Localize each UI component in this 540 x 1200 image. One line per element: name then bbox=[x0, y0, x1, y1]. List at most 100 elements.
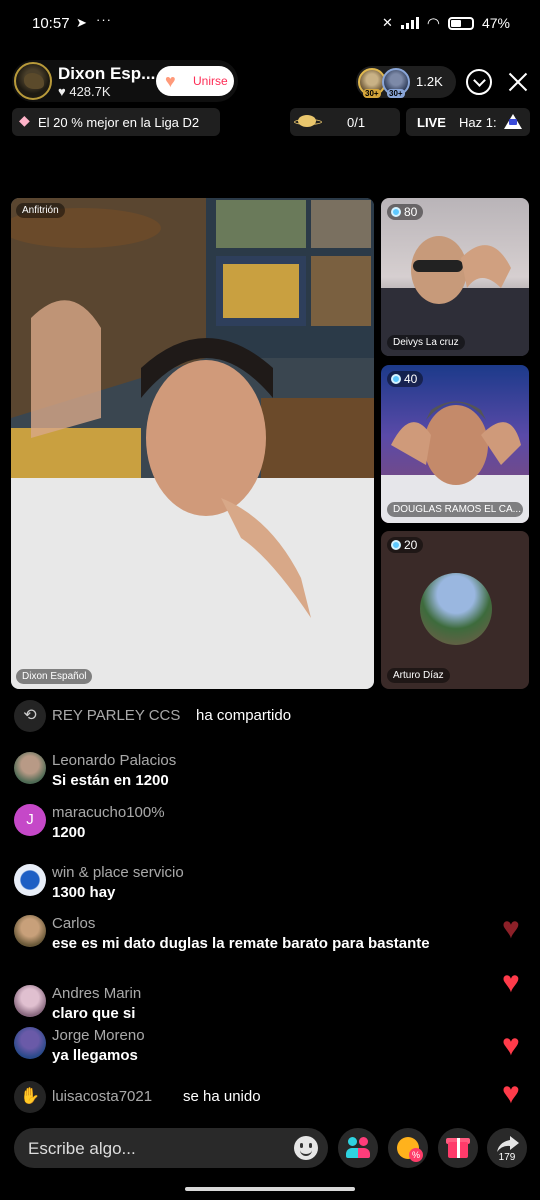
chat-text: ese es mi dato duglas la remate barato p… bbox=[52, 935, 430, 952]
status-time: 10:57 bbox=[32, 15, 70, 32]
score-icon bbox=[391, 540, 401, 550]
host-avatar[interactable] bbox=[14, 62, 52, 100]
status-icons: ✕ ◠ 47% bbox=[382, 14, 510, 32]
guest-score: 80 bbox=[387, 204, 424, 220]
join-label: Unirse bbox=[193, 74, 228, 88]
chat-username[interactable]: Leonardo Palacios bbox=[52, 752, 176, 769]
top-viewers[interactable]: 30+ 30+ 1.2K bbox=[356, 66, 456, 98]
chat-avatar[interactable]: J bbox=[14, 804, 46, 836]
chat-username[interactable]: maracucho100% bbox=[52, 804, 165, 821]
chat-message[interactable]: Leonardo Palacios Si están en 1200 bbox=[14, 752, 514, 792]
live-hint: Haz 1: bbox=[459, 115, 497, 130]
share-notice: ⟲ REY PARLEY CCS ha compartido bbox=[14, 700, 514, 732]
chat-message[interactable]: Carlos ese es mi dato duglas la remate b… bbox=[14, 915, 514, 955]
share-count: 179 bbox=[498, 1152, 516, 1163]
guest-score-value: 20 bbox=[404, 538, 418, 552]
ranking-triangle-icon bbox=[504, 114, 522, 129]
promo-gift-button[interactable]: % bbox=[388, 1128, 428, 1168]
host-likes-count: 428.7K bbox=[69, 84, 111, 99]
join-notice: ✋ luisacosta7021 se ha unido bbox=[14, 1081, 514, 1113]
share-action: ha compartido bbox=[196, 707, 292, 724]
close-icon[interactable] bbox=[504, 68, 532, 96]
wave-icon: ✋ bbox=[14, 1081, 46, 1113]
guest-video-frame bbox=[381, 236, 529, 356]
chat-avatar[interactable] bbox=[14, 915, 46, 947]
chat-username[interactable]: Jorge Moreno bbox=[52, 1027, 145, 1044]
guest-name: Arturo Díaz bbox=[387, 668, 450, 683]
league-rank-pill[interactable]: ◆ El 20 % mejor en la Liga D2 bbox=[12, 108, 220, 136]
emoji-icon[interactable] bbox=[294, 1136, 318, 1160]
guest-video[interactable]: 80 Deivys La cruz bbox=[381, 198, 529, 356]
home-indicator[interactable] bbox=[185, 1187, 355, 1191]
like-heart-icon: ♥ bbox=[502, 1029, 520, 1062]
heart-icon: ♥ bbox=[58, 84, 66, 99]
guest-score: 40 bbox=[387, 371, 424, 387]
join-button[interactable]: ♥ Unirse bbox=[156, 66, 234, 96]
repost-icon: ⟲ bbox=[14, 700, 46, 732]
chat-message[interactable]: J maracucho100% 1200 bbox=[14, 804, 514, 844]
chat-username[interactable]: REY PARLEY CCS bbox=[52, 707, 180, 724]
chat-avatar[interactable] bbox=[14, 1027, 46, 1059]
status-bar: 10:57 ➤ ··· ✕ ◠ 47% bbox=[0, 0, 540, 48]
comment-input[interactable]: Escribe algo... bbox=[14, 1128, 328, 1168]
chat-text: 1200 bbox=[52, 824, 86, 841]
chat-avatar[interactable] bbox=[14, 864, 46, 896]
battery-icon bbox=[447, 16, 474, 30]
goal-pill[interactable]: 0/1 bbox=[290, 108, 400, 136]
guest-score: 20 bbox=[387, 537, 424, 553]
chat-message[interactable]: Jorge Moreno ya llegamos bbox=[14, 1027, 514, 1067]
guest-name: Deivys La cruz bbox=[387, 335, 465, 350]
planet-icon bbox=[294, 115, 322, 127]
viewer-count[interactable]: 1.2K bbox=[416, 74, 443, 89]
chat-avatar[interactable] bbox=[14, 752, 46, 784]
chat-message[interactable]: win & place servicio 1300 hay bbox=[14, 864, 514, 904]
chat-username[interactable]: luisacosta7021 bbox=[52, 1088, 152, 1105]
chat-text: ya llegamos bbox=[52, 1047, 138, 1064]
guest-video[interactable]: 20 Arturo Díaz bbox=[381, 531, 529, 689]
host-name[interactable]: Dixon Esp... bbox=[58, 64, 155, 84]
join-action: se ha unido bbox=[183, 1088, 261, 1105]
host-likes: ♥ 428.7K bbox=[58, 84, 111, 99]
host-video-frame bbox=[11, 198, 374, 689]
host-video-name: Dixon Español bbox=[16, 669, 93, 684]
chat-avatar[interactable] bbox=[14, 985, 46, 1017]
battery-percent: 47% bbox=[481, 15, 510, 31]
chat-text: Si están en 1200 bbox=[52, 772, 169, 789]
more-notifications-icon: ··· bbox=[96, 12, 112, 27]
live-label: LIVE bbox=[417, 115, 446, 130]
league-rank-label: El 20 % mejor en la Liga D2 bbox=[38, 115, 200, 130]
discount-icon: % bbox=[409, 1148, 423, 1162]
share-button[interactable]: 179 bbox=[487, 1128, 527, 1168]
score-icon bbox=[391, 374, 401, 384]
chat-username[interactable]: win & place servicio bbox=[52, 864, 184, 881]
viewer-badge: 30+ bbox=[363, 89, 381, 98]
guest-score-value: 40 bbox=[404, 372, 418, 386]
chat-username[interactable]: Andres Marin bbox=[52, 985, 141, 1002]
comment-placeholder: Escribe algo... bbox=[28, 1139, 136, 1158]
mute-icon: ✕ bbox=[381, 15, 393, 30]
chat-text: claro que si bbox=[52, 1005, 136, 1022]
multi-guest-button[interactable] bbox=[338, 1128, 378, 1168]
host-role-tag: Anfitrión bbox=[16, 203, 65, 218]
wifi-icon: ◠ bbox=[426, 15, 440, 32]
chat-message[interactable]: Andres Marin claro que si bbox=[14, 985, 514, 1025]
live-pill[interactable]: LIVE Haz 1: bbox=[406, 108, 530, 136]
host-video[interactable]: Anfitrión Dixon Español bbox=[11, 198, 374, 689]
share-icon bbox=[497, 1136, 519, 1152]
gem-icon: ◆ bbox=[19, 112, 30, 128]
gift-button[interactable] bbox=[438, 1128, 478, 1168]
chat-username[interactable]: Carlos bbox=[52, 915, 95, 932]
like-heart-icon: ♥ bbox=[502, 912, 520, 945]
signal-icon bbox=[400, 17, 419, 29]
chevron-down-icon[interactable] bbox=[466, 69, 492, 95]
guest-video[interactable]: 40 DOUGLAS RAMOS EL CA... bbox=[381, 365, 529, 523]
like-heart-icon: ♥ bbox=[502, 1077, 520, 1110]
like-heart-icon: ♥ bbox=[502, 966, 520, 999]
chat-text: 1300 hay bbox=[52, 884, 116, 901]
host-info[interactable]: Dixon Esp... ♥ 428.7K ♥ Unirse bbox=[12, 60, 238, 102]
guest-score-value: 80 bbox=[404, 205, 418, 219]
telegram-icon: ➤ bbox=[76, 15, 87, 30]
top-viewer-avatar[interactable]: 30+ bbox=[382, 68, 410, 98]
fan-club-heart-icon: ♥ bbox=[165, 71, 176, 91]
score-icon bbox=[391, 207, 401, 217]
